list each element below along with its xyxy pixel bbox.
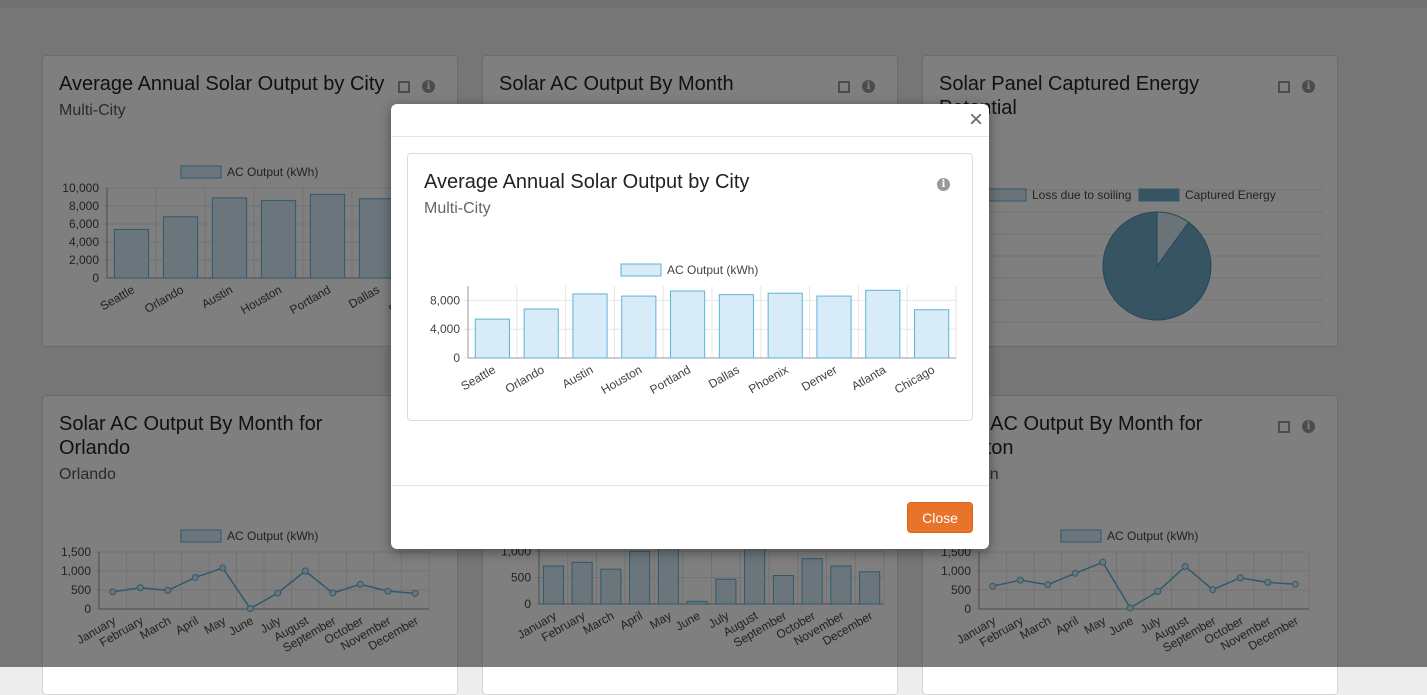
modal-chart-subtitle: Multi-City — [424, 200, 491, 217]
x-tick-label: Denver — [799, 362, 840, 393]
legend-label: AC Output (kWh) — [667, 263, 758, 277]
x-tick-label: Dallas — [706, 362, 742, 391]
x-tick-label: Atlanta — [849, 362, 889, 393]
x-tick-label: Seattle — [459, 362, 499, 393]
modal-chart-card: Average Annual Solar Output by City Mult… — [407, 153, 973, 421]
close-icon[interactable]: × — [969, 107, 983, 133]
close-button[interactable]: Close — [907, 502, 973, 533]
modal-bar-chart: AC Output (kWh) 0 4,000 8,000 Seattle Orlando… — [430, 263, 957, 397]
x-tick-label: Phoenix — [746, 362, 791, 396]
x-tick-label: Austin — [560, 362, 596, 391]
x-tick-label: Orlando — [503, 362, 547, 396]
bar — [572, 293, 608, 359]
bar — [621, 295, 657, 359]
bar — [474, 318, 510, 359]
bar — [718, 294, 754, 359]
bar — [523, 308, 559, 359]
info-icon[interactable]: i — [937, 178, 950, 191]
y-tick-label: 0 — [453, 351, 460, 365]
x-tick-label: Houston — [599, 362, 645, 396]
y-tick-label: 8,000 — [430, 293, 460, 307]
bar — [865, 289, 901, 359]
y-tick-label: 4,000 — [430, 322, 460, 336]
legend-swatch — [620, 263, 662, 277]
chart-modal: × Average Annual Solar Output by City Mu… — [391, 104, 989, 549]
bar — [816, 295, 852, 359]
x-tick-label: Portland — [647, 362, 693, 396]
modal-chart-title: Average Annual Solar Output by City — [424, 171, 750, 193]
bar — [670, 290, 706, 359]
bar — [914, 309, 950, 359]
x-tick-label: Chicago — [892, 362, 937, 396]
modal-footer: Close — [391, 485, 989, 550]
bar — [767, 292, 803, 359]
modal-header: × — [391, 104, 989, 137]
